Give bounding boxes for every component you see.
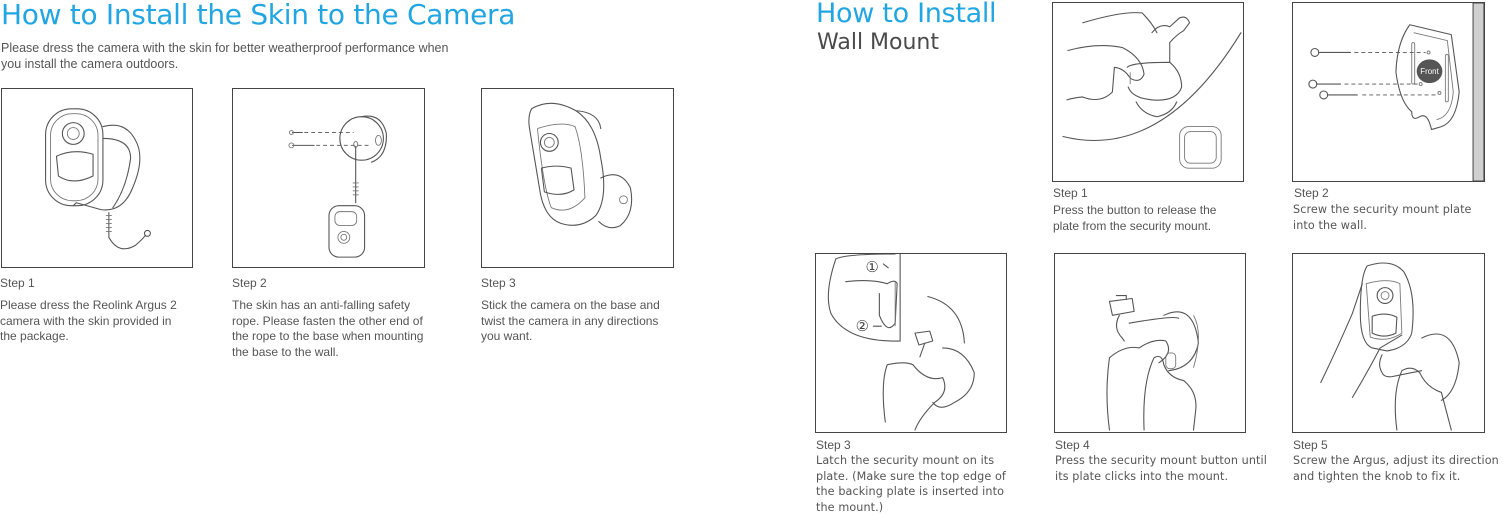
screw-plate-illustration: Front xyxy=(1292,2,1485,182)
mount-step-2-label: Step 2 xyxy=(1294,186,1329,200)
skin-section-intro: Please dress the camera with the skin fo… xyxy=(1,41,449,71)
mount-step-3-text: Latch the security mount on its plate. (… xyxy=(816,454,1006,514)
mount-step-1-label: Step 1 xyxy=(1053,186,1088,200)
skin-step-2-text: The skin has an anti-falling safety rope… xyxy=(232,298,424,359)
marker-1: ① xyxy=(866,259,879,276)
mount-step-5-text: Screw the Argus, adjust its direction an… xyxy=(1293,454,1499,483)
safety-rope-base-illustration xyxy=(232,88,425,268)
front-badge: Front xyxy=(1420,67,1439,76)
wall-mount-title-line1: How to Install xyxy=(816,0,997,29)
screw-argus-illustration xyxy=(1292,253,1485,433)
skin-step-2-label: Step 2 xyxy=(232,276,267,290)
mount-step-2-text: Screw the security mount plate into the … xyxy=(1293,203,1472,232)
mount-step-3-label: Step 3 xyxy=(816,438,851,452)
skin-step-3-text: Stick the camera on the base and twist t… xyxy=(481,298,660,343)
mount-step-1-text: Press the button to release the plate fr… xyxy=(1053,203,1217,233)
release-plate-illustration xyxy=(1052,2,1244,182)
camera-on-base-illustration xyxy=(481,88,674,268)
skin-step-1-label: Step 1 xyxy=(0,276,35,290)
wall-mount-title-line2: Wall Mount xyxy=(817,30,939,55)
latch-mount-illustration: ① ② xyxy=(815,253,1007,433)
mount-step-4-text: Press the security mount button until it… xyxy=(1055,454,1267,483)
skin-section-title: How to Install the Skin to the Camera xyxy=(1,0,516,31)
skin-step-3-label: Step 3 xyxy=(481,276,516,290)
mount-step-5-label: Step 5 xyxy=(1293,438,1328,452)
press-button-illustration xyxy=(1054,253,1246,433)
mount-step-4-label: Step 4 xyxy=(1055,438,1090,452)
marker-2: ② xyxy=(856,318,869,335)
camera-with-skin-illustration xyxy=(1,88,193,268)
skin-step-1-text: Please dress the Reolink Argus 2 camera … xyxy=(0,298,177,343)
